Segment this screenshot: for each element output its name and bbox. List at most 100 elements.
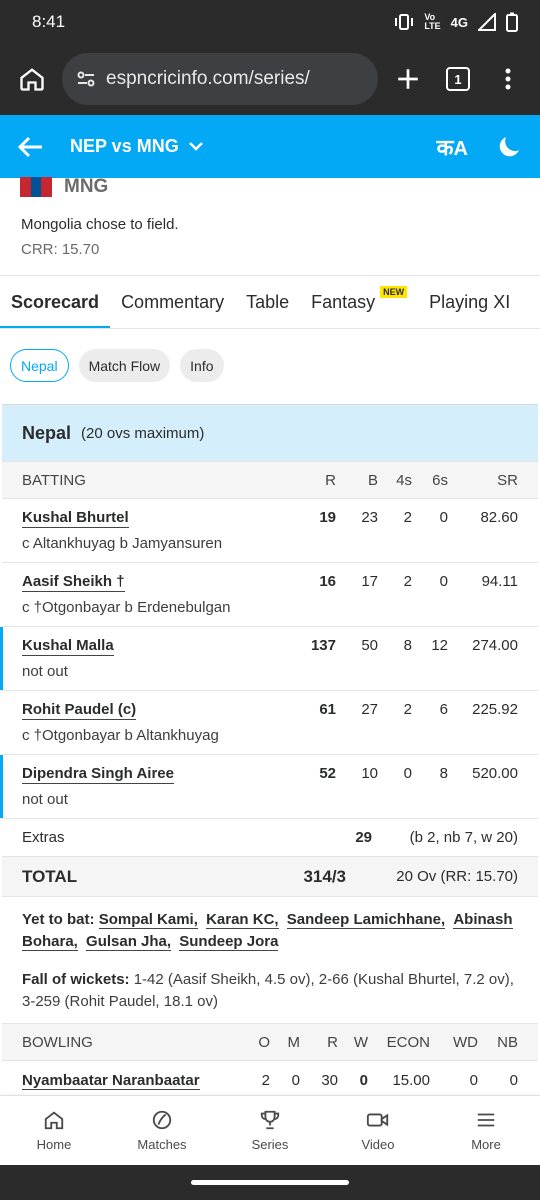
chip-nepal[interactable]: Nepal [10, 349, 69, 382]
batter-strike-rate: 82.60 [480, 509, 518, 526]
address-bar[interactable]: espncricinfo.com/series/ [62, 53, 378, 105]
battery-icon [506, 12, 518, 32]
tab-fantasy[interactable]: Fantasy NEW [300, 276, 418, 328]
batter-fours: 2 [403, 509, 412, 526]
bowler-noballs: 0 [509, 1071, 518, 1089]
batting-header-row: BATTING R B 4s 6s SR [2, 461, 538, 499]
back-arrow-icon[interactable] [18, 136, 44, 158]
extras-detail: (b 2, nb 7, w 20) [409, 829, 518, 846]
bottom-navigation: Home Matches Series Video More [0, 1095, 540, 1165]
status-icons: Vo LTE 4G [394, 12, 518, 32]
nav-label: Series [251, 1137, 289, 1152]
nav-label: Matches [137, 1137, 187, 1152]
gesture-handle[interactable] [191, 1180, 349, 1185]
batter-dismissal: c Altankhuyag b Jamyansuren [22, 535, 223, 552]
bowler-overs: 2 [261, 1071, 270, 1089]
tab-switcher-button[interactable]: 1 [438, 59, 478, 99]
status-bar: 8:41 Vo LTE 4G [0, 0, 540, 44]
total-row: TOTAL 314/3 20 Ov (RR: 15.70) [2, 857, 538, 897]
dark-mode-moon-icon[interactable] [496, 134, 522, 160]
nav-home[interactable]: Home [0, 1096, 108, 1165]
batter-runs: 61 [319, 701, 336, 718]
batter-dismissal: not out [22, 791, 68, 808]
batter-name-link[interactable]: Kushal Malla [22, 637, 114, 656]
batter-balls: 50 [361, 637, 378, 654]
scorecard: Nepal (20 ovs maximum) BATTING R B 4s 6s… [0, 404, 538, 1099]
site-settings-icon[interactable] [76, 69, 96, 89]
tab-commentary[interactable]: Commentary [110, 276, 235, 328]
tab-scorecard[interactable]: Scorecard [0, 276, 111, 328]
innings-overs: (20 ovs maximum) [81, 424, 205, 442]
language-toggle-icon[interactable]: कA [437, 132, 468, 162]
batting-header-b: B [367, 471, 378, 489]
browser-toolbar: espncricinfo.com/series/ 1 [0, 44, 540, 114]
batter-name-link[interactable]: Dipendra Singh Airee [22, 765, 174, 784]
new-tab-button[interactable] [388, 59, 428, 99]
ball-icon [152, 1110, 172, 1130]
tab-label: Table [246, 291, 290, 312]
nav-more[interactable]: More [432, 1096, 540, 1165]
match-selector[interactable]: NEP vs MNG [70, 136, 203, 157]
bowler-wides: 0 [469, 1071, 478, 1089]
batter-balls: 17 [361, 573, 378, 590]
bowler-runs: 30 [321, 1071, 338, 1089]
network-label: 4G [450, 14, 468, 30]
player-link[interactable]: Sompal Kami, [98, 911, 198, 929]
batter-runs: 52 [319, 765, 336, 782]
batter-dismissal: c †Otgonbayar b Altankhuyag [22, 727, 219, 744]
batter-fours: 2 [403, 573, 412, 590]
chip-match-flow[interactable]: Match Flow [78, 349, 171, 382]
batter-strike-rate: 274.00 [472, 637, 518, 654]
player-link[interactable]: Sandeep Lamichhane, [286, 911, 446, 929]
current-run-rate: CRR: 15.70 [21, 241, 100, 258]
nav-matches[interactable]: Matches [108, 1096, 216, 1165]
browser-home-button[interactable] [12, 59, 52, 99]
bowling-header-wd: WD [453, 1033, 478, 1051]
status-time: 8:41 [32, 12, 66, 31]
batting-header-r: R [325, 471, 336, 489]
match-tabs: Scorecard Commentary Table Fantasy NEW Pl… [0, 275, 540, 329]
extras-value: 29 [355, 829, 372, 846]
player-link[interactable]: Gulsan Jha, [86, 933, 172, 951]
batter-fours: 2 [403, 701, 412, 718]
home-icon [44, 1111, 64, 1130]
team-code: MNG [64, 176, 109, 197]
tab-table[interactable]: Table [235, 276, 300, 328]
batter-strike-rate: 225.92 [472, 701, 518, 718]
bowling-header-o: O [258, 1033, 270, 1051]
bowler-economy: 15.00 [392, 1071, 430, 1089]
more-vert-icon [505, 68, 511, 90]
plus-icon [398, 69, 418, 89]
bowling-header-w: W [353, 1033, 368, 1051]
batter-sixes: 0 [439, 573, 448, 590]
batter-name-link[interactable]: Aasif Sheikh † [22, 573, 125, 592]
tab-playing-xi[interactable]: Playing XI [418, 276, 521, 328]
menu-icon [477, 1113, 495, 1127]
batter-name-link[interactable]: Rohit Paudel (c) [22, 701, 137, 720]
batting-header-sr: SR [497, 471, 518, 489]
batter-name-link[interactable]: Kushal Bhurtel [22, 509, 129, 528]
batter-row: Kushal Bhurtel 19 23 2 0 82.60 c Altankhuyag … [2, 499, 538, 563]
volte-label: Vo LTE [424, 12, 441, 31]
batter-balls: 27 [361, 701, 378, 718]
nav-label: Video [361, 1137, 395, 1152]
bowler-name-link[interactable]: Nyambaatar Naranbaatar [22, 1071, 200, 1090]
nav-series[interactable]: Series [216, 1096, 324, 1165]
batter-row: Dipendra Singh Airee 52 10 0 8 520.00 not out [0, 755, 538, 819]
bowler-wickets: 0 [359, 1071, 368, 1089]
player-link[interactable]: Karan KC, [206, 911, 279, 929]
player-link[interactable]: Sundeep Jora [179, 933, 279, 951]
tab-label: Scorecard [11, 291, 100, 312]
innings-team: Nepal [22, 422, 72, 443]
toss-text: Mongolia chose to field. [21, 216, 179, 233]
innings-header[interactable]: Nepal (20 ovs maximum) [2, 405, 538, 461]
nav-label: Home [36, 1137, 72, 1152]
bowling-header-row: BOWLING O M R W ECON WD NB [2, 1023, 538, 1061]
browser-menu-button[interactable] [488, 59, 528, 99]
mongolia-flag-icon [20, 177, 53, 197]
fow-label: Fall of wickets: [22, 971, 130, 988]
batter-balls: 10 [361, 765, 378, 782]
chip-info[interactable]: Info [180, 349, 224, 382]
batter-dismissal: c †Otgonbayar b Erdenebulgan [22, 599, 231, 616]
nav-video[interactable]: Video [324, 1096, 432, 1165]
